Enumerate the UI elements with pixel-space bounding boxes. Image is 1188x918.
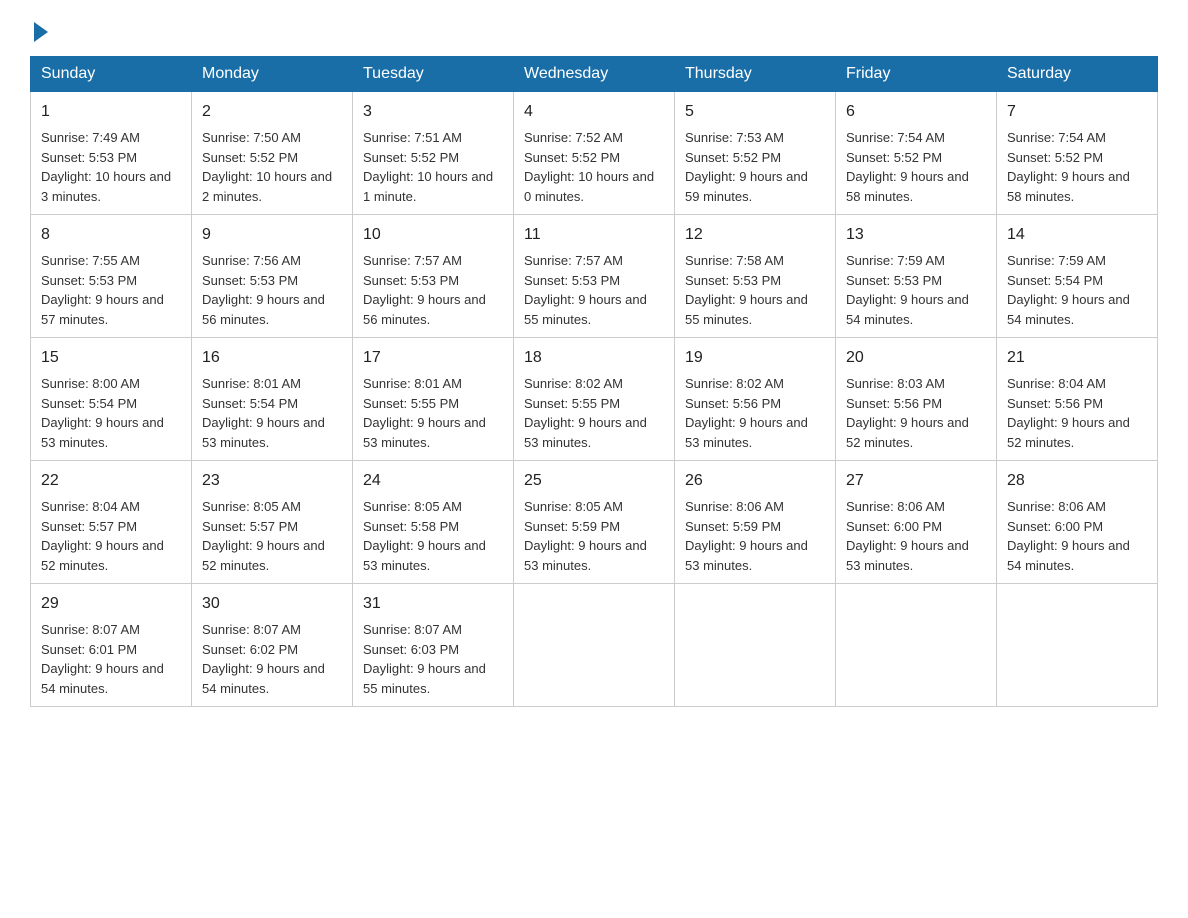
day-number: 31 — [363, 592, 503, 616]
calendar-cell: 27Sunrise: 8:06 AMSunset: 6:00 PMDayligh… — [836, 461, 997, 584]
header-cell-tuesday: Tuesday — [353, 57, 514, 92]
calendar-cell: 8Sunrise: 7:55 AMSunset: 5:53 PMDaylight… — [31, 215, 192, 338]
calendar-cell: 26Sunrise: 8:06 AMSunset: 5:59 PMDayligh… — [675, 461, 836, 584]
calendar-cell: 18Sunrise: 8:02 AMSunset: 5:55 PMDayligh… — [514, 338, 675, 461]
day-number: 12 — [685, 223, 825, 247]
day-number: 25 — [524, 469, 664, 493]
calendar-cell: 4Sunrise: 7:52 AMSunset: 5:52 PMDaylight… — [514, 92, 675, 215]
day-number: 27 — [846, 469, 986, 493]
calendar-cell: 10Sunrise: 7:57 AMSunset: 5:53 PMDayligh… — [353, 215, 514, 338]
day-number: 1 — [41, 100, 181, 124]
page-header — [30, 20, 1158, 36]
day-number: 2 — [202, 100, 342, 124]
calendar-cell: 28Sunrise: 8:06 AMSunset: 6:00 PMDayligh… — [997, 461, 1158, 584]
calendar-cell: 13Sunrise: 7:59 AMSunset: 5:53 PMDayligh… — [836, 215, 997, 338]
day-number: 8 — [41, 223, 181, 247]
calendar-cell: 24Sunrise: 8:05 AMSunset: 5:58 PMDayligh… — [353, 461, 514, 584]
header-cell-thursday: Thursday — [675, 57, 836, 92]
day-number: 28 — [1007, 469, 1147, 493]
day-number: 22 — [41, 469, 181, 493]
day-number: 15 — [41, 346, 181, 370]
calendar-cell: 20Sunrise: 8:03 AMSunset: 5:56 PMDayligh… — [836, 338, 997, 461]
calendar-cell: 30Sunrise: 8:07 AMSunset: 6:02 PMDayligh… — [192, 584, 353, 707]
calendar-cell: 23Sunrise: 8:05 AMSunset: 5:57 PMDayligh… — [192, 461, 353, 584]
logo — [30, 20, 48, 36]
day-number: 21 — [1007, 346, 1147, 370]
day-number: 18 — [524, 346, 664, 370]
calendar-cell: 1Sunrise: 7:49 AMSunset: 5:53 PMDaylight… — [31, 92, 192, 215]
logo-arrow-icon — [34, 22, 48, 42]
header-cell-sunday: Sunday — [31, 57, 192, 92]
day-number: 16 — [202, 346, 342, 370]
header-cell-saturday: Saturday — [997, 57, 1158, 92]
calendar-cell: 14Sunrise: 7:59 AMSunset: 5:54 PMDayligh… — [997, 215, 1158, 338]
calendar-cell: 2Sunrise: 7:50 AMSunset: 5:52 PMDaylight… — [192, 92, 353, 215]
day-number: 9 — [202, 223, 342, 247]
calendar-week-row: 22Sunrise: 8:04 AMSunset: 5:57 PMDayligh… — [31, 461, 1158, 584]
calendar-cell — [675, 584, 836, 707]
day-number: 10 — [363, 223, 503, 247]
calendar-cell: 31Sunrise: 8:07 AMSunset: 6:03 PMDayligh… — [353, 584, 514, 707]
day-number: 23 — [202, 469, 342, 493]
calendar-cell — [997, 584, 1158, 707]
calendar-week-row: 1Sunrise: 7:49 AMSunset: 5:53 PMDaylight… — [31, 92, 1158, 215]
day-number: 19 — [685, 346, 825, 370]
calendar-cell — [514, 584, 675, 707]
calendar-week-row: 8Sunrise: 7:55 AMSunset: 5:53 PMDaylight… — [31, 215, 1158, 338]
day-number: 4 — [524, 100, 664, 124]
day-number: 20 — [846, 346, 986, 370]
calendar-cell: 6Sunrise: 7:54 AMSunset: 5:52 PMDaylight… — [836, 92, 997, 215]
calendar-cell: 17Sunrise: 8:01 AMSunset: 5:55 PMDayligh… — [353, 338, 514, 461]
day-number: 5 — [685, 100, 825, 124]
calendar-cell: 11Sunrise: 7:57 AMSunset: 5:53 PMDayligh… — [514, 215, 675, 338]
calendar-week-row: 29Sunrise: 8:07 AMSunset: 6:01 PMDayligh… — [31, 584, 1158, 707]
day-number: 17 — [363, 346, 503, 370]
day-number: 30 — [202, 592, 342, 616]
calendar-cell: 3Sunrise: 7:51 AMSunset: 5:52 PMDaylight… — [353, 92, 514, 215]
calendar-header-row: SundayMondayTuesdayWednesdayThursdayFrid… — [31, 57, 1158, 92]
day-number: 29 — [41, 592, 181, 616]
calendar-week-row: 15Sunrise: 8:00 AMSunset: 5:54 PMDayligh… — [31, 338, 1158, 461]
calendar-cell: 9Sunrise: 7:56 AMSunset: 5:53 PMDaylight… — [192, 215, 353, 338]
calendar-cell: 16Sunrise: 8:01 AMSunset: 5:54 PMDayligh… — [192, 338, 353, 461]
day-number: 11 — [524, 223, 664, 247]
calendar-cell — [836, 584, 997, 707]
day-number: 3 — [363, 100, 503, 124]
header-cell-friday: Friday — [836, 57, 997, 92]
day-number: 24 — [363, 469, 503, 493]
calendar-cell: 7Sunrise: 7:54 AMSunset: 5:52 PMDaylight… — [997, 92, 1158, 215]
calendar-cell: 29Sunrise: 8:07 AMSunset: 6:01 PMDayligh… — [31, 584, 192, 707]
day-number: 7 — [1007, 100, 1147, 124]
calendar-table: SundayMondayTuesdayWednesdayThursdayFrid… — [30, 56, 1158, 707]
header-cell-wednesday: Wednesday — [514, 57, 675, 92]
calendar-cell: 19Sunrise: 8:02 AMSunset: 5:56 PMDayligh… — [675, 338, 836, 461]
calendar-cell: 15Sunrise: 8:00 AMSunset: 5:54 PMDayligh… — [31, 338, 192, 461]
calendar-cell: 22Sunrise: 8:04 AMSunset: 5:57 PMDayligh… — [31, 461, 192, 584]
day-number: 14 — [1007, 223, 1147, 247]
calendar-cell: 12Sunrise: 7:58 AMSunset: 5:53 PMDayligh… — [675, 215, 836, 338]
calendar-cell: 5Sunrise: 7:53 AMSunset: 5:52 PMDaylight… — [675, 92, 836, 215]
day-number: 6 — [846, 100, 986, 124]
calendar-cell: 21Sunrise: 8:04 AMSunset: 5:56 PMDayligh… — [997, 338, 1158, 461]
header-cell-monday: Monday — [192, 57, 353, 92]
day-number: 13 — [846, 223, 986, 247]
calendar-cell: 25Sunrise: 8:05 AMSunset: 5:59 PMDayligh… — [514, 461, 675, 584]
day-number: 26 — [685, 469, 825, 493]
